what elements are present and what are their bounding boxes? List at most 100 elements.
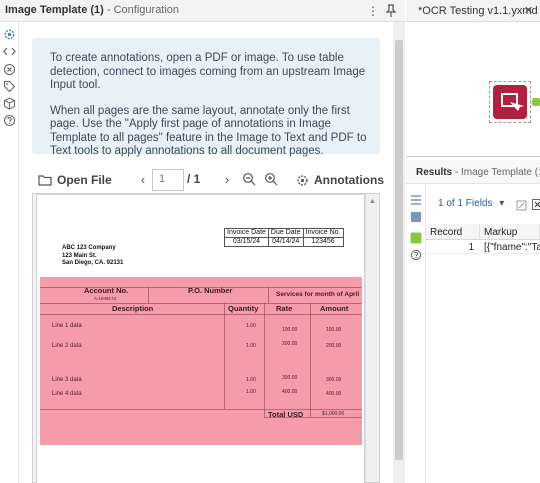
row-1-qty: 1.00 — [246, 323, 256, 329]
gear-icon[interactable] — [3, 28, 16, 41]
results-title: Results - Image Template (1) - O — [416, 167, 540, 178]
config-header: Image Template (1) - Configuration ⋮ — [0, 0, 405, 22]
output-connector[interactable] — [532, 98, 540, 106]
services-label: Services for month of April — [276, 291, 360, 298]
row-2-desc: Line 2 data — [52, 343, 82, 349]
row-3-amount: 300.00 — [326, 377, 342, 383]
config-title: Image Template (1) - Configuration — [5, 4, 179, 16]
data-icon[interactable] — [410, 232, 423, 245]
close-icon[interactable]: ✕ — [524, 4, 533, 17]
table-rule — [40, 314, 362, 315]
table-rule — [224, 303, 225, 409]
total-value: $1,000.00 — [322, 411, 345, 417]
config-title-tool: Image Template (1) — [5, 4, 104, 16]
code-icon[interactable] — [3, 45, 16, 58]
info-paragraph-1: To create annotations, open a PDF or ima… — [50, 52, 366, 91]
column-description: Description — [112, 304, 154, 313]
workflow-tab[interactable]: *OCR Testing v1.1.yxmd — [418, 5, 538, 17]
row-4-amount: 400.00 — [326, 391, 342, 397]
annotations-button[interactable]: Annotations — [296, 172, 384, 188]
image-template-tool-node[interactable] — [493, 85, 527, 119]
column-quantity: Quantity — [228, 304, 259, 313]
row-1-amount: 100.00 — [326, 327, 342, 333]
account-label: Account No. — [84, 286, 129, 295]
fields-label: 1 of 1 Fields — [438, 198, 493, 209]
due-date-value: 04/14/24 — [267, 237, 304, 247]
help-icon[interactable] — [3, 114, 16, 127]
invoice-date-header: Invoice Date — [224, 228, 269, 238]
grid-cell-record[interactable]: 1 — [426, 240, 480, 254]
close-circle-icon[interactable] — [3, 63, 16, 76]
fields-toolbar: 1 of 1 Fields ▾ — [426, 184, 540, 224]
table-rule — [40, 303, 362, 304]
zoom-in-icon[interactable] — [264, 172, 279, 188]
row-1-desc: Line 1 data — [52, 323, 82, 329]
table-icon[interactable] — [410, 211, 423, 224]
config-scrollbar[interactable] — [393, 22, 405, 483]
config-scrollbar-thumb[interactable] — [395, 40, 403, 460]
invoice-no-header: Invoice No. — [302, 228, 344, 238]
box-icon[interactable] — [3, 97, 16, 110]
page-number-input[interactable]: 1 — [152, 169, 184, 191]
row-3-rate: 300.00 — [282, 375, 298, 381]
total-label: Total USD — [268, 410, 304, 419]
info-paragraph-2: When all pages are the same layout, anno… — [50, 104, 367, 158]
po-label: P.O. Number — [188, 286, 233, 295]
address-line: ABC 123 Company — [62, 245, 116, 251]
annotation-region[interactable]: Account No. A-1949174 P.O. Number Servic… — [40, 277, 362, 445]
invoice-date-value: 03/15/24 — [224, 237, 269, 247]
table-rule — [310, 303, 311, 417]
address-line: 123 Main St. — [62, 252, 97, 259]
close-box-icon[interactable] — [532, 197, 540, 215]
viewer-toolbar: Open File ‹ 1 / 1 › Annotations — [32, 168, 384, 192]
configuration-panel: Image Template (1) - Configuration ⋮ To … — [0, 0, 405, 483]
edit-icon[interactable] — [516, 198, 527, 216]
row-2-qty: 1.00 — [246, 343, 256, 349]
account-value: A-1949174 — [94, 296, 117, 301]
table-rule — [40, 409, 362, 410]
config-title-sub: - Configuration — [106, 4, 180, 16]
gear-icon — [297, 174, 308, 186]
chevron-down-icon: ▾ — [499, 198, 505, 209]
results-header: Results - Image Template (1) - O — [406, 160, 540, 184]
document-viewer: Invoice Date Due Date Invoice No. 03/15/… — [32, 193, 380, 483]
row-2-rate: 200.00 — [282, 341, 298, 347]
address-line: San Diego, CA. 92131 — [62, 260, 124, 266]
app-window: Image Template (1) - Configuration ⋮ To … — [0, 0, 540, 483]
info-message-box: To create annotations, open a PDF or ima… — [32, 38, 380, 157]
prev-page-button[interactable]: ‹ — [136, 172, 150, 188]
config-side-toolbar — [0, 22, 19, 483]
viewer-scrollbar[interactable]: ▲ — [365, 194, 379, 482]
workflow-tab-bar: *OCR Testing v1.1.yxmd ✕ — [406, 0, 540, 22]
table-rule — [268, 287, 269, 303]
due-date-header: Due Date — [267, 228, 304, 238]
invoice-no-value: 123456 — [302, 237, 344, 247]
results-subtitle: - Image Template (1) - O — [454, 167, 540, 178]
scroll-up-arrow-icon[interactable]: ▲ — [369, 198, 376, 205]
zoom-out-icon[interactable] — [242, 172, 257, 188]
grid-header-record[interactable]: Record — [426, 224, 480, 240]
row-4-qty: 1.00 — [246, 389, 256, 395]
grid-header-markup[interactable]: Markup — [480, 224, 540, 240]
next-page-button[interactable]: › — [220, 172, 234, 188]
fields-selector[interactable]: 1 of 1 Fields ▾ — [438, 198, 504, 209]
grid-cell-markup[interactable]: [{"fname":"Ta — [480, 240, 540, 254]
annotations-label: Annotations — [314, 173, 384, 187]
row-4-desc: Line 4 data — [52, 391, 82, 397]
table-rule — [264, 303, 265, 417]
row-3-desc: Line 3 data — [52, 377, 82, 383]
kebab-icon[interactable]: ⋮ — [366, 3, 380, 19]
row-4-rate: 400.00 — [282, 389, 298, 395]
help-icon[interactable] — [410, 249, 423, 262]
open-file-label: Open File — [57, 173, 112, 187]
workflow-canvas[interactable] — [406, 22, 540, 157]
list-icon[interactable] — [410, 194, 423, 207]
row-1-rate: 100.00 — [282, 327, 298, 333]
image-template-icon — [501, 93, 524, 111]
tag-icon[interactable] — [3, 80, 16, 93]
document-page: Invoice Date Due Date Invoice No. 03/15/… — [36, 194, 365, 483]
row-3-qty: 1.00 — [246, 377, 256, 383]
pin-icon[interactable] — [384, 3, 398, 19]
open-file-button[interactable]: Open File — [38, 172, 112, 188]
workflow-area: *OCR Testing v1.1.yxmd ✕ Results - Image… — [406, 0, 540, 483]
